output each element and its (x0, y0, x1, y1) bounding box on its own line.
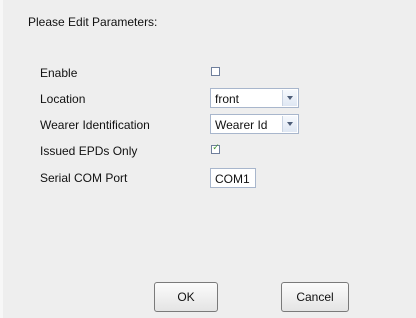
location-label: Location (40, 92, 86, 106)
ok-button[interactable]: OK (154, 282, 218, 312)
issued-epds-only-checkbox[interactable]: ✓ (211, 142, 220, 154)
enable-label: Enable (40, 66, 78, 80)
wearer-identification-label: Wearer Identification (40, 118, 150, 132)
chevron-down-icon (287, 122, 293, 126)
wearer-identification-dropdown-button[interactable] (282, 116, 297, 132)
serial-com-port-label: Serial COM Port (40, 171, 128, 185)
cancel-button[interactable]: Cancel (281, 282, 349, 312)
edit-parameters-dialog: Please Edit Parameters: Enable Location … (0, 0, 416, 318)
dialog-title: Please Edit Parameters: (28, 15, 158, 29)
chevron-down-icon (287, 96, 293, 100)
serial-com-port-value: COM1 (215, 172, 250, 186)
dialog-left-edge (0, 0, 3, 318)
checkmark-icon: ✓ (212, 142, 220, 152)
wearer-identification-select[interactable]: Wearer Id (210, 114, 299, 134)
wearer-identification-value: Wearer Id (215, 118, 268, 132)
enable-checkbox[interactable] (211, 67, 220, 76)
location-dropdown-button[interactable] (282, 90, 297, 106)
location-select[interactable]: front (210, 88, 299, 108)
serial-com-port-field[interactable]: COM1 (210, 168, 256, 188)
issued-epds-only-label: Issued EPDs Only (40, 144, 138, 158)
location-value: front (215, 92, 240, 106)
